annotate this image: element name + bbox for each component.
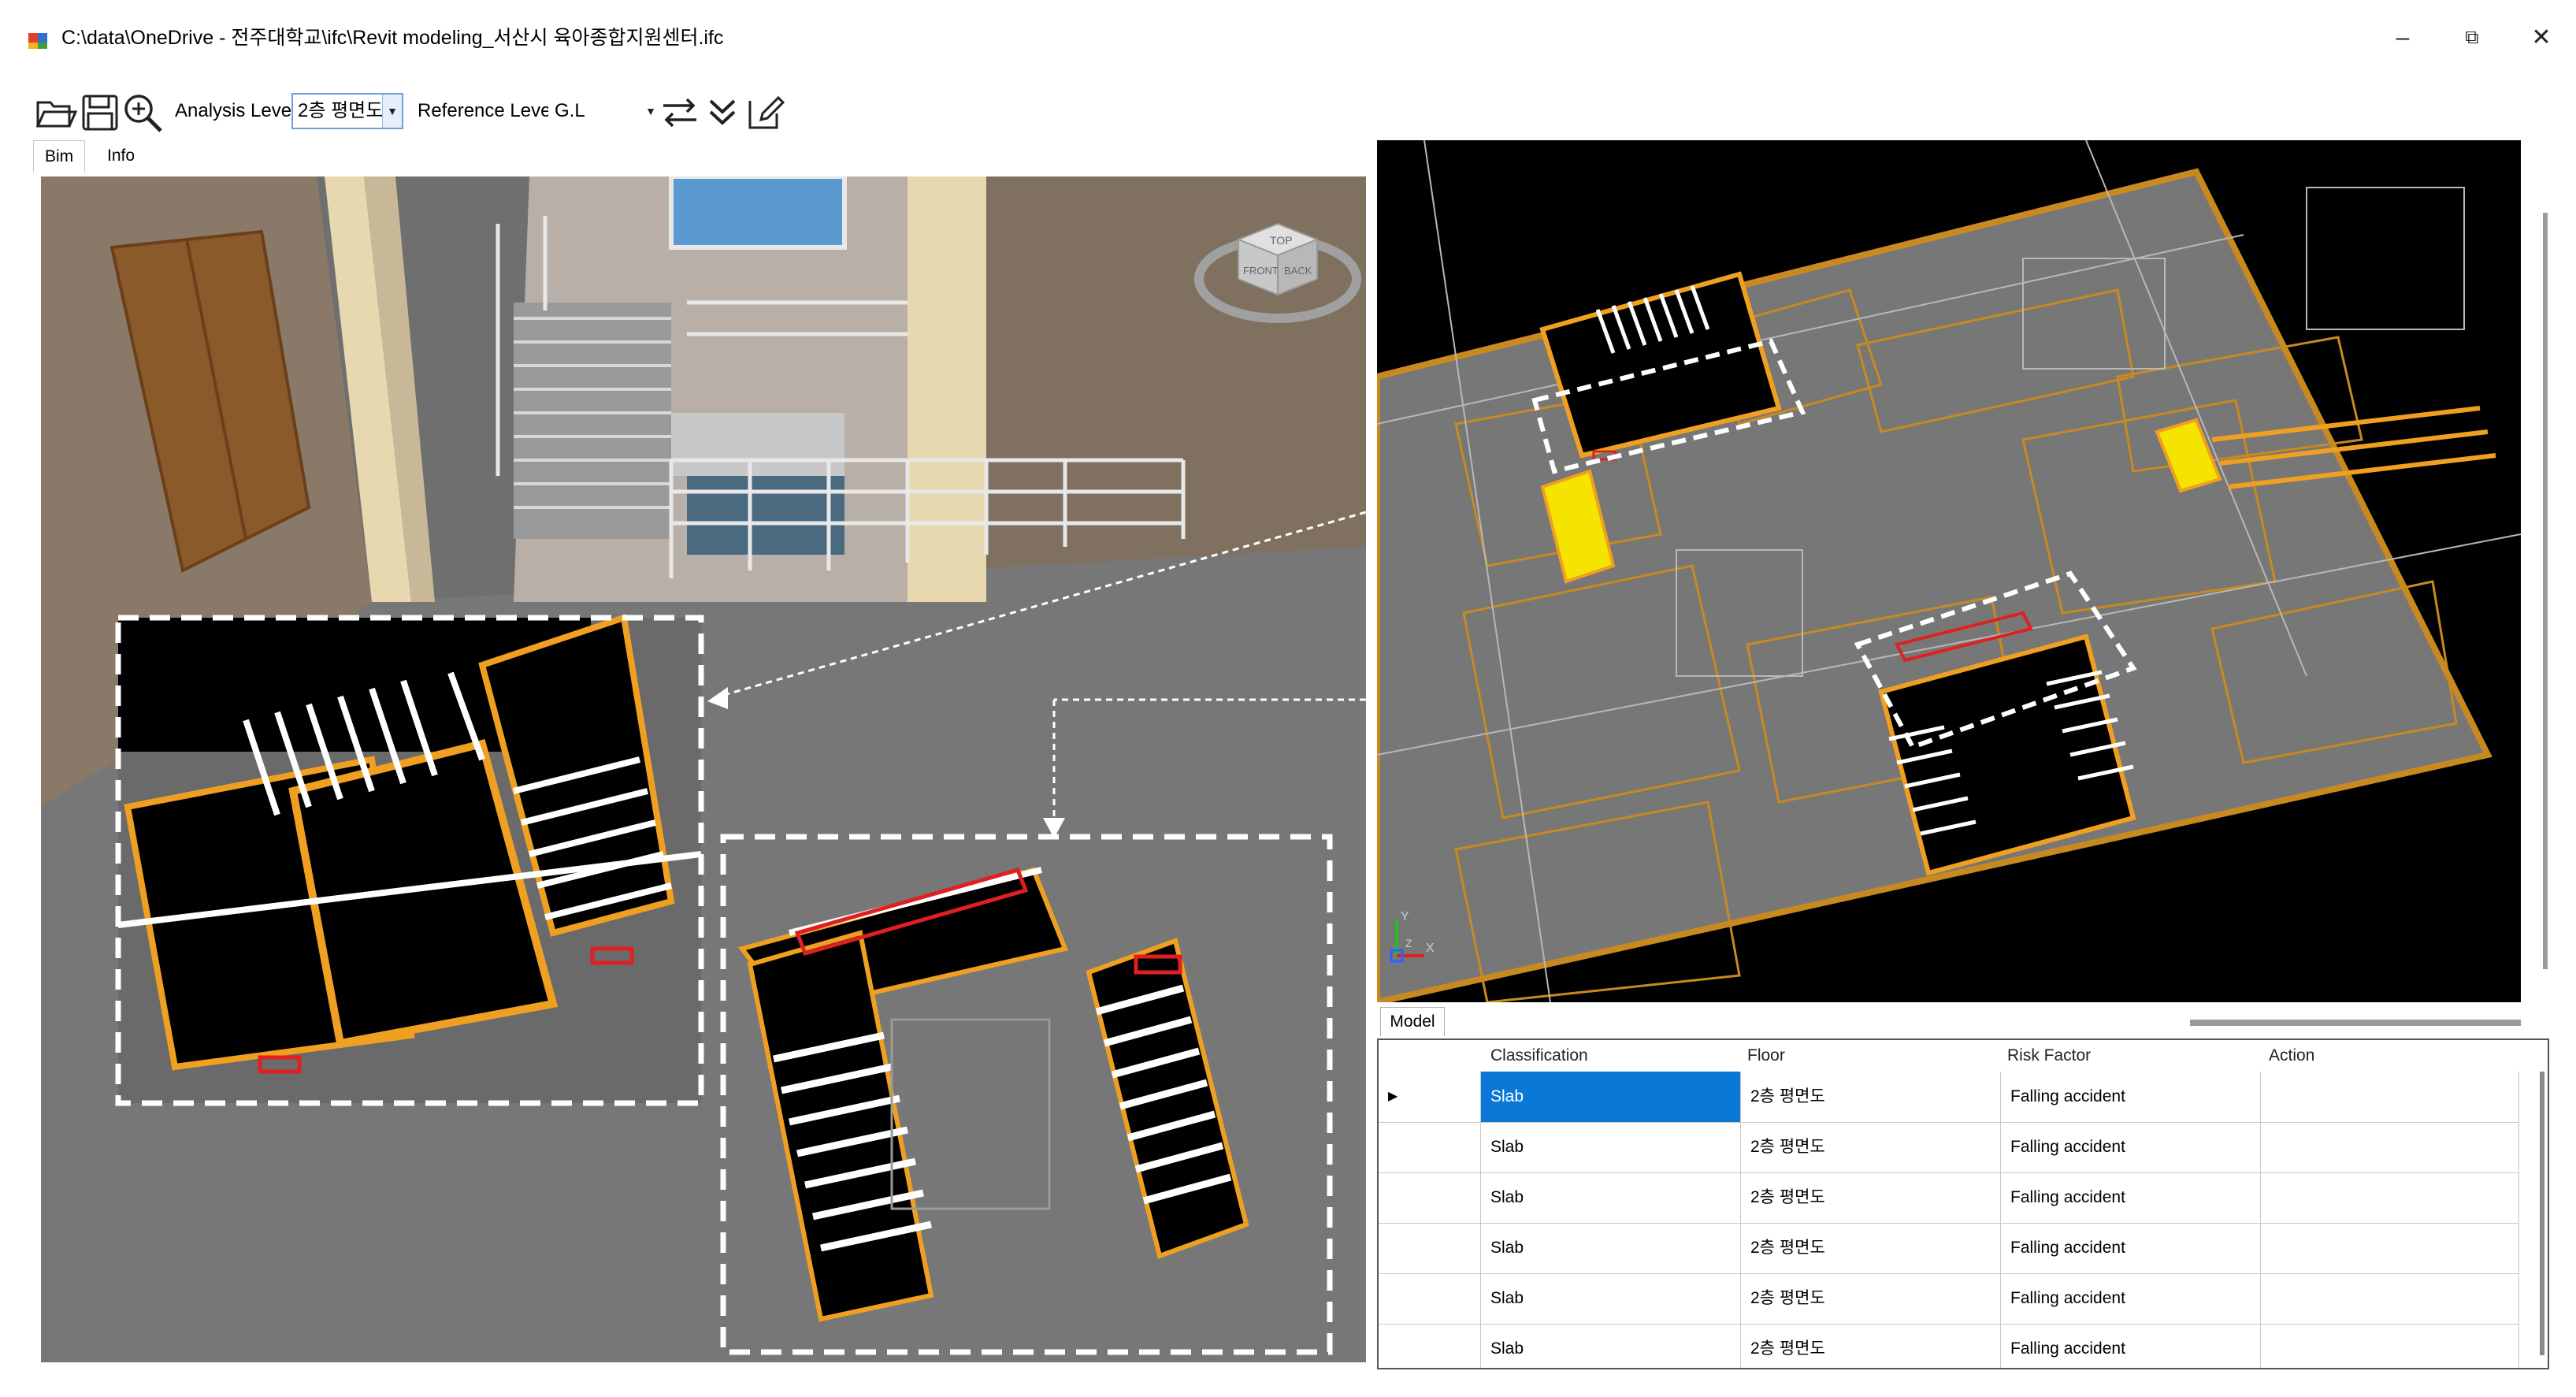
table-row[interactable]: Slab 2층 평면도 Falling accident bbox=[1379, 1122, 2519, 1173]
cell-classification[interactable]: Slab bbox=[1481, 1273, 1741, 1324]
analysis-level-value: 2층 평면도 bbox=[298, 100, 384, 121]
cell-risk-factor[interactable]: Falling accident bbox=[2001, 1122, 2261, 1172]
table-row[interactable]: Slab 2층 평면도 Falling accident bbox=[1379, 1324, 2519, 1368]
cell-risk-factor[interactable]: Falling accident bbox=[2001, 1324, 2261, 1368]
row-indicator bbox=[1379, 1273, 1481, 1324]
folder-open-icon[interactable] bbox=[35, 91, 77, 134]
cell-floor[interactable]: 2층 평면도 bbox=[1741, 1072, 2001, 1122]
viewcube-front: FRONT bbox=[1243, 265, 1279, 277]
cell-floor[interactable]: 2층 평면도 bbox=[1741, 1273, 2001, 1324]
analysis-level-select[interactable]: 2층 평면도 ▼ bbox=[291, 93, 403, 129]
landing bbox=[671, 413, 844, 476]
double-chevron-down-icon[interactable] bbox=[701, 91, 744, 134]
row-indicator: ▶ bbox=[1379, 1072, 1481, 1122]
cell-action[interactable] bbox=[2261, 1324, 2519, 1368]
inset-stair-detail-1 bbox=[115, 613, 704, 1106]
axis-z-label: Z bbox=[1405, 937, 1412, 949]
table-row[interactable]: Slab 2층 평면도 Falling accident bbox=[1379, 1273, 2519, 1325]
tab-bim[interactable]: Bim bbox=[33, 140, 86, 173]
column-header-floor[interactable]: Floor bbox=[1747, 1040, 1785, 1072]
model-grid: Classification Floor Risk Factor Action … bbox=[1377, 1038, 2549, 1369]
column-header-classification[interactable]: Classification bbox=[1490, 1040, 1588, 1072]
grid-horizontal-scrollbar[interactable] bbox=[2190, 1020, 2521, 1026]
plan-view[interactable]: Y X Z bbox=[1377, 140, 2521, 1002]
table-row[interactable]: Slab 2층 평면도 Falling accident bbox=[1379, 1223, 2519, 1274]
cell-classification[interactable]: Slab bbox=[1481, 1324, 1741, 1368]
table-row[interactable]: Slab 2층 평면도 Falling accident bbox=[1379, 1172, 2519, 1224]
table-row[interactable]: ▶ Slab 2층 평면도 Falling accident bbox=[1379, 1072, 2519, 1123]
tab-info[interactable]: Info bbox=[96, 140, 146, 172]
stair-column bbox=[908, 176, 986, 602]
inset-stair-detail-2 bbox=[720, 834, 1333, 1355]
cell-classification[interactable]: Slab bbox=[1481, 1223, 1741, 1273]
row-indicator bbox=[1379, 1122, 1481, 1172]
cell-action[interactable] bbox=[2261, 1122, 2519, 1172]
cell-risk-factor[interactable]: Falling accident bbox=[2001, 1273, 2261, 1324]
analysis-level-label: Analysis Level bbox=[175, 100, 296, 121]
restore-button[interactable]: ⧉ bbox=[2448, 20, 2496, 55]
zoom-icon[interactable] bbox=[121, 91, 164, 134]
cell-floor[interactable]: 2층 평면도 bbox=[1741, 1324, 2001, 1368]
row-indicator bbox=[1379, 1223, 1481, 1273]
reference-level-select[interactable]: G.L ▼ bbox=[548, 93, 662, 129]
reference-level-label: Reference Level bbox=[418, 100, 555, 121]
stair-steps bbox=[514, 303, 671, 539]
viewcube-top: TOP bbox=[1270, 234, 1293, 247]
grid-vertical-scrollbar[interactable] bbox=[2540, 1072, 2544, 1355]
app-icon bbox=[28, 33, 47, 49]
cell-floor[interactable]: 2층 평면도 bbox=[1741, 1223, 2001, 1273]
row-indicator bbox=[1379, 1324, 1481, 1368]
cell-risk-factor[interactable]: Falling accident bbox=[2001, 1072, 2261, 1122]
axis-y-label: Y bbox=[1401, 910, 1409, 923]
cell-floor[interactable]: 2층 평면도 bbox=[1741, 1122, 2001, 1172]
close-button[interactable]: ✕ bbox=[2518, 20, 2565, 55]
cell-action[interactable] bbox=[2261, 1273, 2519, 1324]
minimize-button[interactable]: – bbox=[2379, 20, 2426, 55]
bim-3d-view[interactable]: TOP FRONT BACK bbox=[41, 176, 1366, 1362]
window-title: C:\data\OneDrive - 전주대학교\ifc\Revit model… bbox=[61, 27, 724, 49]
chevron-down-icon[interactable]: ▼ bbox=[382, 95, 402, 128]
edit-icon[interactable] bbox=[744, 91, 786, 134]
cell-action[interactable] bbox=[2261, 1172, 2519, 1223]
cell-risk-factor[interactable]: Falling accident bbox=[2001, 1223, 2261, 1273]
plan-scrollbar[interactable] bbox=[2543, 213, 2548, 969]
cell-classification[interactable]: Slab bbox=[1481, 1172, 1741, 1223]
reference-level-value: G.L bbox=[555, 100, 585, 121]
viewcube-back: BACK bbox=[1284, 265, 1312, 277]
column-header-action[interactable]: Action bbox=[2269, 1040, 2314, 1072]
tab-model[interactable]: Model bbox=[1380, 1007, 1445, 1036]
swap-arrows-icon[interactable] bbox=[659, 91, 701, 134]
axis-x-label: X bbox=[1426, 942, 1435, 955]
cell-action[interactable] bbox=[2261, 1223, 2519, 1273]
cell-classification[interactable]: Slab bbox=[1481, 1122, 1741, 1172]
cell-action[interactable] bbox=[2261, 1072, 2519, 1122]
window bbox=[671, 176, 844, 247]
cell-classification[interactable]: Slab bbox=[1481, 1072, 1741, 1122]
column-header-risk-factor[interactable]: Risk Factor bbox=[2007, 1040, 2091, 1072]
cell-floor[interactable]: 2층 평면도 bbox=[1741, 1172, 2001, 1223]
title-bar: C:\data\OneDrive - 전주대학교\ifc\Revit model… bbox=[24, 17, 2552, 61]
building-footprint bbox=[1377, 168, 2492, 1002]
chevron-down-icon[interactable]: ▼ bbox=[641, 95, 660, 128]
cell-risk-factor[interactable]: Falling accident bbox=[2001, 1172, 2261, 1223]
toolbar: Analysis Level 2층 평면도 ▼ Reference Level … bbox=[24, 88, 890, 137]
row-indicator bbox=[1379, 1172, 1481, 1223]
lower-window bbox=[687, 476, 844, 555]
save-icon[interactable] bbox=[79, 91, 121, 134]
